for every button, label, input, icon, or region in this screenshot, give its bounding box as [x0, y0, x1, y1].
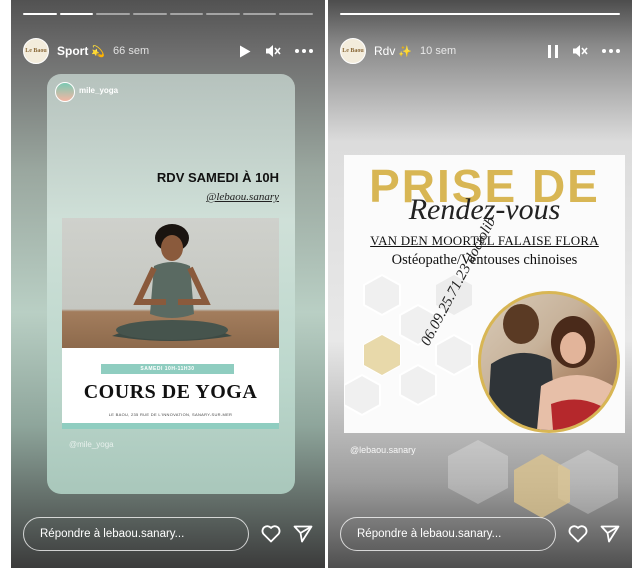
send-icon[interactable]	[293, 525, 313, 543]
progress-segment	[23, 13, 57, 15]
more-icon[interactable]	[295, 49, 313, 53]
story-rdv[interactable]: Le Baou Rdv ✨ 10 sem PRISE DE Rendez-vou…	[328, 0, 632, 568]
yoga-post-image[interactable]: SAMEDI 10H-11H30 COURS DE YOGA LE BAOU, …	[62, 218, 279, 429]
progress-segment	[206, 13, 240, 15]
emoji: ✨	[398, 45, 413, 58]
mute-icon[interactable]	[572, 44, 588, 58]
appointment-post-image[interactable]: PRISE DE Rendez-vous VAN DEN MOORTEL FAL…	[344, 155, 625, 433]
story-header: Le Baou Rdv ✨ 10 sem	[340, 38, 620, 64]
yoga-photo	[62, 218, 279, 348]
progress-segment	[96, 13, 130, 15]
progress-segment	[132, 13, 167, 15]
heart-icon[interactable]	[261, 525, 281, 543]
progress-segment	[169, 13, 204, 15]
progress-segment	[340, 13, 620, 15]
progress-segment	[242, 13, 277, 15]
pause-icon[interactable]	[548, 44, 558, 58]
heart-icon[interactable]	[568, 525, 588, 543]
story-sport[interactable]: Le Baou Sport 💫 66 sem mile_yoga RDV SAM…	[11, 0, 325, 568]
avatar-text: Le Baou	[25, 48, 47, 54]
story-footer: Répondre à lebaou.sanary...	[23, 516, 313, 552]
more-icon[interactable]	[602, 49, 620, 53]
story-progress-bar	[340, 13, 620, 15]
send-icon[interactable]	[600, 525, 620, 543]
watermark: @mile_yoga	[69, 440, 114, 449]
yoga-address: LE BAOU, 235 RUE DE L'INNOVATION, SANARY…	[108, 412, 233, 417]
schedule-banner: SAMEDI 10H-11H30	[101, 364, 234, 374]
username[interactable]: Rdv	[374, 44, 395, 58]
mute-icon[interactable]	[265, 44, 281, 58]
author-avatar[interactable]	[55, 82, 75, 102]
mention-link[interactable]: @lebaou.sanary	[206, 191, 279, 203]
username[interactable]: Sport	[57, 44, 88, 58]
timestamp: 66 sem	[113, 45, 150, 57]
shared-post-card[interactable]: mile_yoga RDV SAMEDI À 10H @lebaou.sanar…	[47, 74, 295, 494]
rdv-text: RDV SAMEDI À 10H	[156, 170, 279, 185]
author-name[interactable]: mile_yoga	[79, 86, 118, 95]
play-icon[interactable]	[239, 45, 251, 58]
practitioner-photo	[478, 291, 620, 433]
yoga-title: COURS DE YOGA	[83, 381, 258, 403]
background-hexagons	[448, 440, 618, 518]
progress-segment	[279, 13, 313, 15]
avatar[interactable]: Le Baou	[23, 38, 49, 64]
avatar-text: Le Baou	[342, 48, 364, 54]
story-footer: Répondre à lebaou.sanary...	[340, 516, 620, 552]
specialty: Ostéopathe/Ventouses chinoises	[391, 252, 578, 268]
story-progress-bar	[23, 13, 313, 15]
reply-input[interactable]: Répondre à lebaou.sanary...	[23, 517, 249, 551]
reply-input[interactable]: Répondre à lebaou.sanary...	[340, 517, 556, 551]
teal-stripe	[62, 423, 279, 429]
avatar[interactable]: Le Baou	[340, 38, 366, 64]
story-header: Le Baou Sport 💫 66 sem	[23, 38, 313, 64]
progress-segment	[59, 13, 94, 15]
emoji: 💫	[91, 45, 106, 58]
timestamp: 10 sem	[420, 45, 457, 57]
